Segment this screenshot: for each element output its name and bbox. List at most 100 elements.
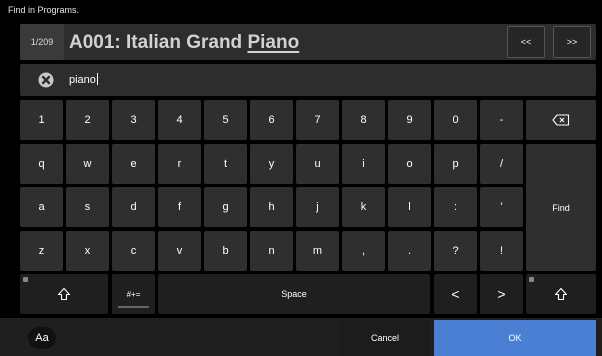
key-row4-0[interactable]: z [20, 231, 63, 271]
program-name-row: 1/209 A001: Italian Grand Piano << >> [20, 24, 596, 60]
key-row3-9[interactable]: : [434, 187, 477, 227]
key-row1-3[interactable]: 4 [158, 100, 201, 140]
key-row4-6[interactable]: m [296, 231, 339, 271]
key-row2-10[interactable]: / [480, 144, 523, 184]
key-label: h [268, 201, 275, 213]
space-key[interactable]: Space [158, 274, 430, 314]
next-match-button[interactable]: >> [553, 26, 591, 58]
find-key[interactable]: Find [526, 144, 596, 271]
key-row2-3[interactable]: r [158, 144, 201, 184]
key-label: 3 [130, 114, 137, 126]
title-bar: Find in Programs. [0, 0, 602, 22]
key-label: / [499, 158, 504, 170]
key-label: d [130, 201, 137, 213]
key-label: . [407, 245, 412, 257]
key-row4-9[interactable]: ? [434, 231, 477, 271]
key-row1-2[interactable]: 3 [112, 100, 155, 140]
key-row1-4[interactable]: 5 [204, 100, 247, 140]
key-row3-4[interactable]: g [204, 187, 247, 227]
key-label: f [177, 201, 182, 213]
key-row3-10[interactable]: ' [480, 187, 523, 227]
key-row4-5[interactable]: n [250, 231, 293, 271]
key-label: s [84, 201, 91, 213]
key-row4-8[interactable]: . [388, 231, 431, 271]
search-field[interactable]: piano [20, 64, 596, 96]
find-label: Find [552, 202, 570, 213]
cursor-left-key[interactable]: < [434, 274, 477, 314]
key-row3-8[interactable]: l [388, 187, 431, 227]
key-row2-1[interactable]: w [66, 144, 109, 184]
key-label: 6 [268, 114, 275, 126]
key-row2-8[interactable]: o [388, 144, 431, 184]
previous-match-button[interactable]: << [507, 26, 545, 58]
key-label: o [406, 158, 413, 170]
space-label: Space [281, 289, 307, 299]
key-row1-5[interactable]: 6 [250, 100, 293, 140]
key-row4-3[interactable]: v [158, 231, 201, 271]
key-row3-5[interactable]: h [250, 187, 293, 227]
key-row2-4[interactable]: t [204, 144, 247, 184]
clear-icon[interactable] [38, 72, 54, 88]
key-row2-7[interactable]: i [342, 144, 385, 184]
key-row4-4[interactable]: b [204, 231, 247, 271]
shift-up-icon [57, 287, 71, 301]
key-row1-1[interactable]: 2 [66, 100, 109, 140]
key-row3-3[interactable]: f [158, 187, 201, 227]
lock-indicator [23, 277, 28, 282]
key-label: k [360, 201, 367, 213]
key-label: e [130, 158, 137, 170]
key-row1-7[interactable]: 8 [342, 100, 385, 140]
search-input[interactable]: piano [69, 73, 98, 86]
key-row2-5[interactable]: y [250, 144, 293, 184]
key-label: ! [499, 245, 504, 257]
left-arrow-icon: < [451, 286, 460, 302]
key-row1-6[interactable]: 7 [296, 100, 339, 140]
key-row1-8[interactable]: 9 [388, 100, 431, 140]
key-label: 7 [314, 114, 321, 126]
key-label: b [222, 245, 229, 257]
key-row3-1[interactable]: s [66, 187, 109, 227]
symbols-indicator-bar [118, 306, 149, 308]
key-label: q [38, 158, 45, 170]
key-label: , [361, 245, 366, 257]
key-row4-1[interactable]: x [66, 231, 109, 271]
key-label: 4 [176, 114, 183, 126]
shift-key-right[interactable] [526, 274, 596, 314]
key-row3-0[interactable]: a [20, 187, 63, 227]
shift-key-left[interactable] [20, 274, 108, 314]
key-label: : [453, 201, 458, 213]
key-row1-10[interactable]: - [480, 100, 523, 140]
key-row1-0[interactable]: 1 [20, 100, 63, 140]
key-row2-6[interactable]: u [296, 144, 339, 184]
key-row2-2[interactable]: e [112, 144, 155, 184]
key-row3-6[interactable]: j [296, 187, 339, 227]
shift-up-icon [554, 287, 568, 301]
key-row2-0[interactable]: q [20, 144, 63, 184]
key-row1-9[interactable]: 0 [434, 100, 477, 140]
key-label: j [316, 201, 319, 213]
key-label: 2 [84, 114, 91, 126]
cancel-button[interactable]: Cancel [340, 320, 430, 356]
ok-button[interactable]: OK [434, 320, 596, 356]
backspace-icon [552, 114, 570, 126]
case-toggle-button[interactable]: Aa [28, 327, 56, 349]
key-label: 8 [360, 114, 367, 126]
program-name-prefix: A001: Italian Grand [69, 32, 248, 53]
right-arrow-icon: > [497, 286, 506, 302]
key-label: 9 [406, 114, 413, 126]
symbols-key[interactable]: #+= [112, 274, 155, 314]
key-label: ' [500, 201, 503, 213]
cursor-right-key[interactable]: > [480, 274, 523, 314]
key-label: g [222, 201, 229, 213]
backspace-key[interactable] [526, 100, 596, 140]
symbols-label: #+= [126, 289, 141, 299]
key-row4-10[interactable]: ! [480, 231, 523, 271]
key-label: a [38, 201, 45, 213]
key-label: 1 [38, 114, 45, 126]
key-label: z [38, 245, 45, 257]
key-row4-7[interactable]: , [342, 231, 385, 271]
key-row3-2[interactable]: d [112, 187, 155, 227]
key-row3-7[interactable]: k [342, 187, 385, 227]
key-row2-9[interactable]: p [434, 144, 477, 184]
key-row4-2[interactable]: c [112, 231, 155, 271]
